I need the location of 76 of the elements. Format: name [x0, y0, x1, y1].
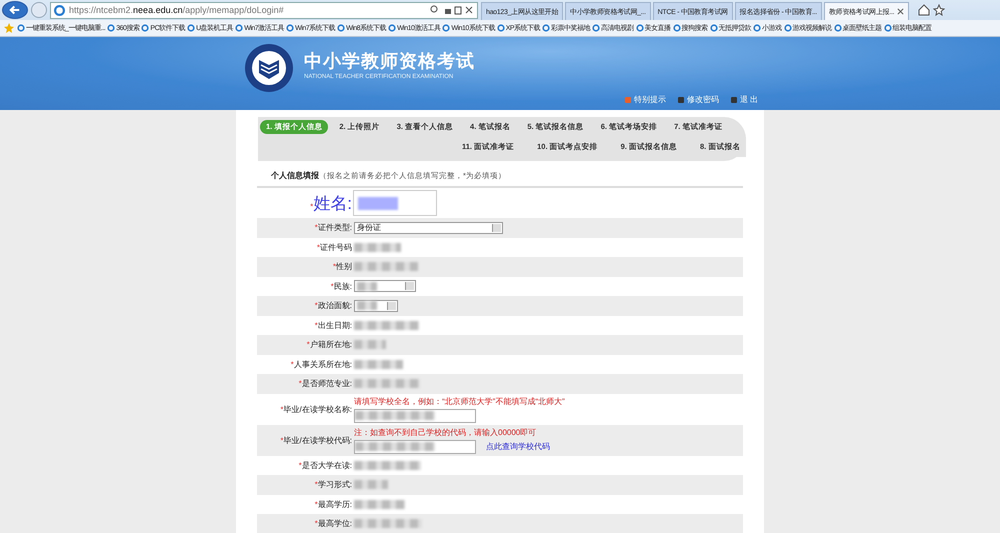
blurred-value [354, 500, 405, 509]
field-label: *是否师范专业: [298, 378, 352, 390]
field-label: *学习形式: [314, 479, 352, 490]
blurred-value [354, 340, 386, 350]
select-field[interactable]: 身份证 [354, 222, 503, 234]
field-label: *政治面貌: [314, 300, 352, 312]
blurred-value [354, 519, 422, 528]
address-bar[interactable]: https://ntcebm2.neea.edu.cn/apply/memapp/doLogin# [50, 2, 478, 18]
page-icon [17, 24, 25, 32]
blurred-value [354, 360, 403, 369]
field-label: *人事关系所在地: [290, 358, 352, 370]
field-label: *是否大学在读: [298, 460, 352, 471]
form-heading: 个人信息填报 [271, 171, 319, 180]
blurred-value [354, 320, 419, 330]
page-icon [235, 24, 244, 32]
page-icon [286, 24, 294, 32]
field-label: *性别 [332, 261, 352, 272]
page-icon [710, 24, 718, 32]
blurred-value [354, 480, 388, 490]
blurred-value [354, 242, 401, 252]
page-icon [884, 24, 892, 32]
link-icon [730, 96, 737, 102]
page-icon [784, 24, 792, 32]
back-arrow-icon [8, 3, 22, 17]
page-icon [187, 24, 196, 32]
text-input[interactable] [354, 440, 476, 454]
page-icon [636, 24, 644, 32]
logo-icon [244, 43, 294, 93]
blurred-value [354, 262, 418, 272]
field-label: *最高学位: [314, 518, 352, 530]
blurred-value [354, 460, 421, 470]
page-icon [388, 24, 396, 32]
header-link[interactable]: 特别提示 [634, 94, 666, 105]
page-icon [141, 24, 150, 32]
close-icon[interactable] [897, 8, 904, 15]
field-label: *证件号码 [316, 242, 352, 253]
star-icon[interactable] [933, 4, 946, 16]
field-label: *出生日期: [314, 320, 352, 331]
field-label: *毕业/在读学校代码: [279, 434, 352, 446]
header-link[interactable]: 修改密码 [686, 94, 719, 105]
field-label: *证件类型: [314, 222, 352, 234]
page-icon [753, 24, 762, 32]
page-icon [672, 24, 681, 32]
forward-button[interactable] [31, 2, 47, 18]
page-icon [442, 24, 450, 32]
header-link[interactable]: 退 出 [740, 94, 758, 105]
blurred-value [357, 282, 377, 291]
name-label: *姓名: [309, 192, 352, 214]
field-label: *最高学历: [314, 498, 352, 510]
link-icon [678, 96, 684, 102]
hint-text: 注：如查询不到自己学校的代码，请输入00000即可 [354, 426, 538, 438]
back-button[interactable] [2, 1, 28, 19]
select-field[interactable] [354, 300, 398, 312]
home-icon[interactable] [918, 4, 930, 16]
address-tools-drawing[interactable] [430, 5, 474, 15]
page-icon [107, 24, 116, 32]
page-icon [834, 24, 842, 32]
page-icon [337, 24, 346, 32]
select-field[interactable] [354, 280, 416, 292]
field-label: *民族: [330, 280, 352, 292]
page-icon [54, 4, 65, 16]
text-input[interactable] [354, 408, 476, 422]
hint-text: 请填写学校全名，例如：“北京师范大学”不能填写成“北师大” [354, 396, 565, 406]
site-title: 中小学教师资格考试 [304, 50, 475, 73]
link-icon [624, 96, 631, 102]
query-link[interactable]: 点此查询学校代码 [486, 441, 550, 452]
field-label: *户籍所在地: [306, 339, 352, 350]
field-label: *毕业/在读学校名称: [279, 404, 352, 414]
page-icon [496, 24, 505, 32]
page-icon [542, 24, 550, 32]
page-icon [592, 24, 600, 32]
favorites-star-icon[interactable] [3, 22, 15, 34]
blurred-value [358, 196, 398, 210]
name-input[interactable] [353, 190, 437, 216]
blurred-value [354, 379, 420, 388]
blurred-value [357, 301, 377, 310]
